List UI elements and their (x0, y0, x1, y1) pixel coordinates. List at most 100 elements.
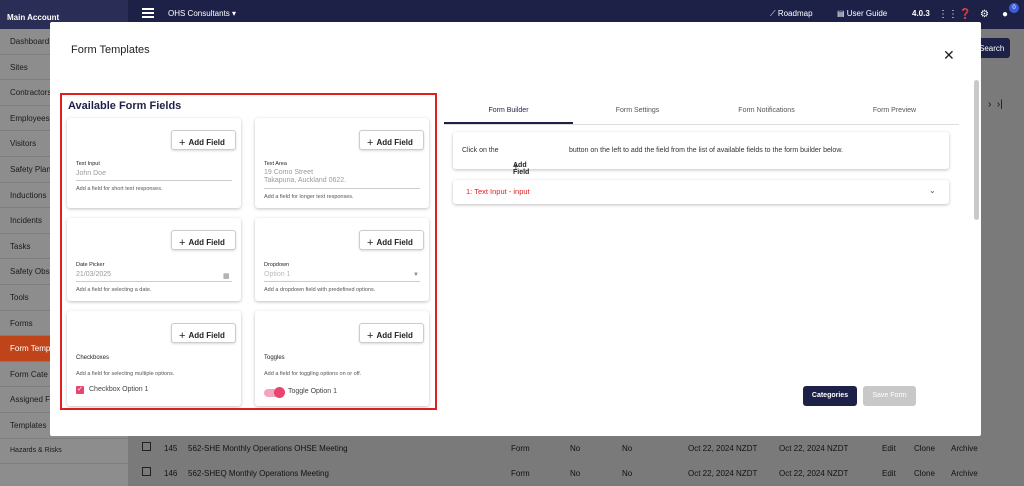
row-name: 562-SHEQ Monthly Operations Meeting (188, 469, 329, 478)
row-updated: Oct 22, 2024 NZDT (779, 444, 849, 453)
add-text-input-button[interactable]: + Add Field (171, 130, 236, 150)
text-input-card: + Add Field Text Input John Doe Add a fie… (67, 118, 241, 208)
builder-field-item[interactable]: 1: Text Input - input ⌄ (453, 180, 949, 204)
add-field-label: Add Field (188, 331, 225, 340)
gear-icon[interactable]: ⚙ (980, 9, 989, 20)
date-picker-card: + Add Field Date Picker 21/03/2025 ▦ Add … (67, 218, 241, 301)
plus-icon: + (179, 330, 186, 342)
table-row[interactable]: 145 562-SHE Monthly Operations OHSE Meet… (128, 436, 1024, 461)
tab-form-settings[interactable]: Form Settings (573, 107, 702, 114)
roadmap-icon: ⟋ (770, 9, 778, 18)
add-text-area-button[interactable]: + Add Field (359, 130, 424, 150)
add-field-label: Add Field (376, 238, 413, 247)
row-created: Oct 22, 2024 NZDT (688, 444, 758, 453)
row-checkbox[interactable] (142, 467, 151, 476)
add-checkboxes-button[interactable]: + Add Field (171, 323, 236, 343)
info-suffix: button on the left to add the field from… (569, 147, 843, 154)
field-label: Text Area (264, 161, 287, 167)
add-dropdown-button[interactable]: + Add Field (359, 230, 424, 250)
date-picker-preview: 21/03/2025 (76, 271, 232, 282)
plus-icon: + (367, 137, 374, 149)
field-hint: Add a field for selecting multiple optio… (76, 371, 175, 377)
checkboxes-card: + Add Field Checkboxes Add a field for se… (67, 311, 241, 406)
row-col-b: No (622, 469, 633, 478)
field-hint: Add a dropdown field with predefined opt… (264, 287, 376, 293)
user-icon[interactable]: ● (1002, 9, 1008, 20)
field-label: Dropdown (264, 262, 290, 268)
field-label: Checkboxes (76, 355, 110, 361)
field-hint: Add a field for toggling options on or o… (264, 371, 362, 377)
close-icon[interactable]: ✕ (943, 47, 955, 64)
row-col-b: No (622, 444, 633, 453)
roadmap-link[interactable]: ⟋ Roadmap (770, 9, 813, 19)
table-row[interactable]: 146 562-SHEQ Monthly Operations Meeting … (128, 461, 1024, 486)
row-edit-link[interactable]: Edit (882, 469, 896, 478)
row-number: 146 (164, 469, 178, 478)
builder-info: Click on the + Add Field button on the l… (453, 132, 949, 176)
chevron-down-icon[interactable]: ⌄ (929, 186, 936, 195)
field-label: Date Picker (76, 262, 105, 268)
text-area-line: 19 Como Street (264, 169, 314, 176)
builder-field-title: 1: Text Input - input (466, 187, 530, 196)
apps-grid-icon[interactable]: ⋮⋮ (938, 9, 958, 20)
save-form-button[interactable]: Save Form (863, 386, 916, 406)
add-date-picker-button[interactable]: + Add Field (171, 230, 236, 250)
row-col-a: No (570, 469, 581, 478)
modal-title: Form Templates (71, 44, 150, 56)
calendar-icon: ▦ (223, 273, 230, 280)
menu-icon[interactable] (142, 8, 154, 18)
add-field-label: Add Field (188, 138, 225, 147)
plus-icon: + (179, 137, 186, 149)
notification-badge: 0 (1009, 3, 1019, 13)
row-updated: Oct 22, 2024 NZDT (779, 469, 849, 478)
modal-scrollbar[interactable] (974, 80, 979, 220)
row-clone-link[interactable]: Clone (914, 469, 935, 478)
search-button[interactable]: Search (976, 38, 1010, 58)
org-selector[interactable]: OHS Consultants ▾ (168, 9, 236, 18)
info-button-label: Add Field (513, 162, 530, 176)
categories-button[interactable]: Categories (803, 386, 857, 406)
row-clone-link[interactable]: Clone (914, 444, 935, 453)
form-tabs: Form Builder Form Settings Form Notifica… (444, 101, 959, 125)
field-label: Toggles (264, 355, 285, 361)
row-col-a: No (570, 444, 581, 453)
roadmap-label: Roadmap (777, 9, 813, 18)
row-checkbox[interactable] (142, 442, 151, 451)
row-name: 562-SHE Monthly Operations OHSE Meeting (188, 444, 348, 453)
row-type: Form (511, 469, 530, 478)
checkbox-option-label: Checkbox Option 1 (89, 386, 149, 393)
version-label: 4.0.3 (912, 9, 930, 18)
text-input-preview: John Doe (76, 170, 232, 181)
user-guide-label: User Guide (846, 9, 888, 18)
info-prefix: Click on the (462, 147, 499, 154)
tab-form-builder[interactable]: Form Builder (444, 107, 573, 114)
row-type: Form (511, 444, 530, 453)
text-area-preview: 19 Como Street Takapuna, Auckland 0622. (264, 169, 420, 189)
toggle-option-label: Toggle Option 1 (288, 388, 338, 395)
field-hint: Add a field for selecting a date. (76, 287, 152, 293)
sidebar-item-hazards-risks[interactable]: Hazards & Risks (0, 439, 128, 465)
help-icon[interactable]: ❓ (959, 9, 971, 20)
available-fields-panel: Available Form Fields + Add Field Text In… (60, 93, 437, 410)
text-area-line: Takapuna, Auckland 0622. (264, 177, 347, 184)
text-area-card: + Add Field Text Area 19 Como Street Taka… (255, 118, 429, 208)
dropdown-preview: Option 1 (264, 271, 420, 282)
caret-down-icon: ▼ (413, 272, 419, 278)
toggles-card: + Add Field Toggles Add a field for toggl… (255, 311, 429, 406)
tab-form-notifications[interactable]: Form Notifications (702, 107, 831, 114)
field-hint: Add a field for short text responses. (76, 186, 163, 192)
field-hint: Add a field for longer text responses. (264, 194, 354, 200)
dropdown-card: + Add Field Dropdown Option 1 ▼ Add a dro… (255, 218, 429, 301)
pagination-arrows[interactable]: › ›| (988, 99, 1003, 110)
row-created: Oct 22, 2024 NZDT (688, 469, 758, 478)
add-toggles-button[interactable]: + Add Field (359, 323, 424, 343)
tab-form-preview[interactable]: Form Preview (830, 107, 959, 114)
plus-icon: + (367, 330, 374, 342)
field-label: Text Input (76, 161, 100, 167)
add-field-label: Add Field (376, 331, 413, 340)
row-archive-link[interactable]: Archive (951, 444, 978, 453)
add-field-label: Add Field (188, 238, 225, 247)
row-edit-link[interactable]: Edit (882, 444, 896, 453)
row-archive-link[interactable]: Archive (951, 469, 978, 478)
user-guide-link[interactable]: ▤ User Guide (837, 9, 887, 18)
